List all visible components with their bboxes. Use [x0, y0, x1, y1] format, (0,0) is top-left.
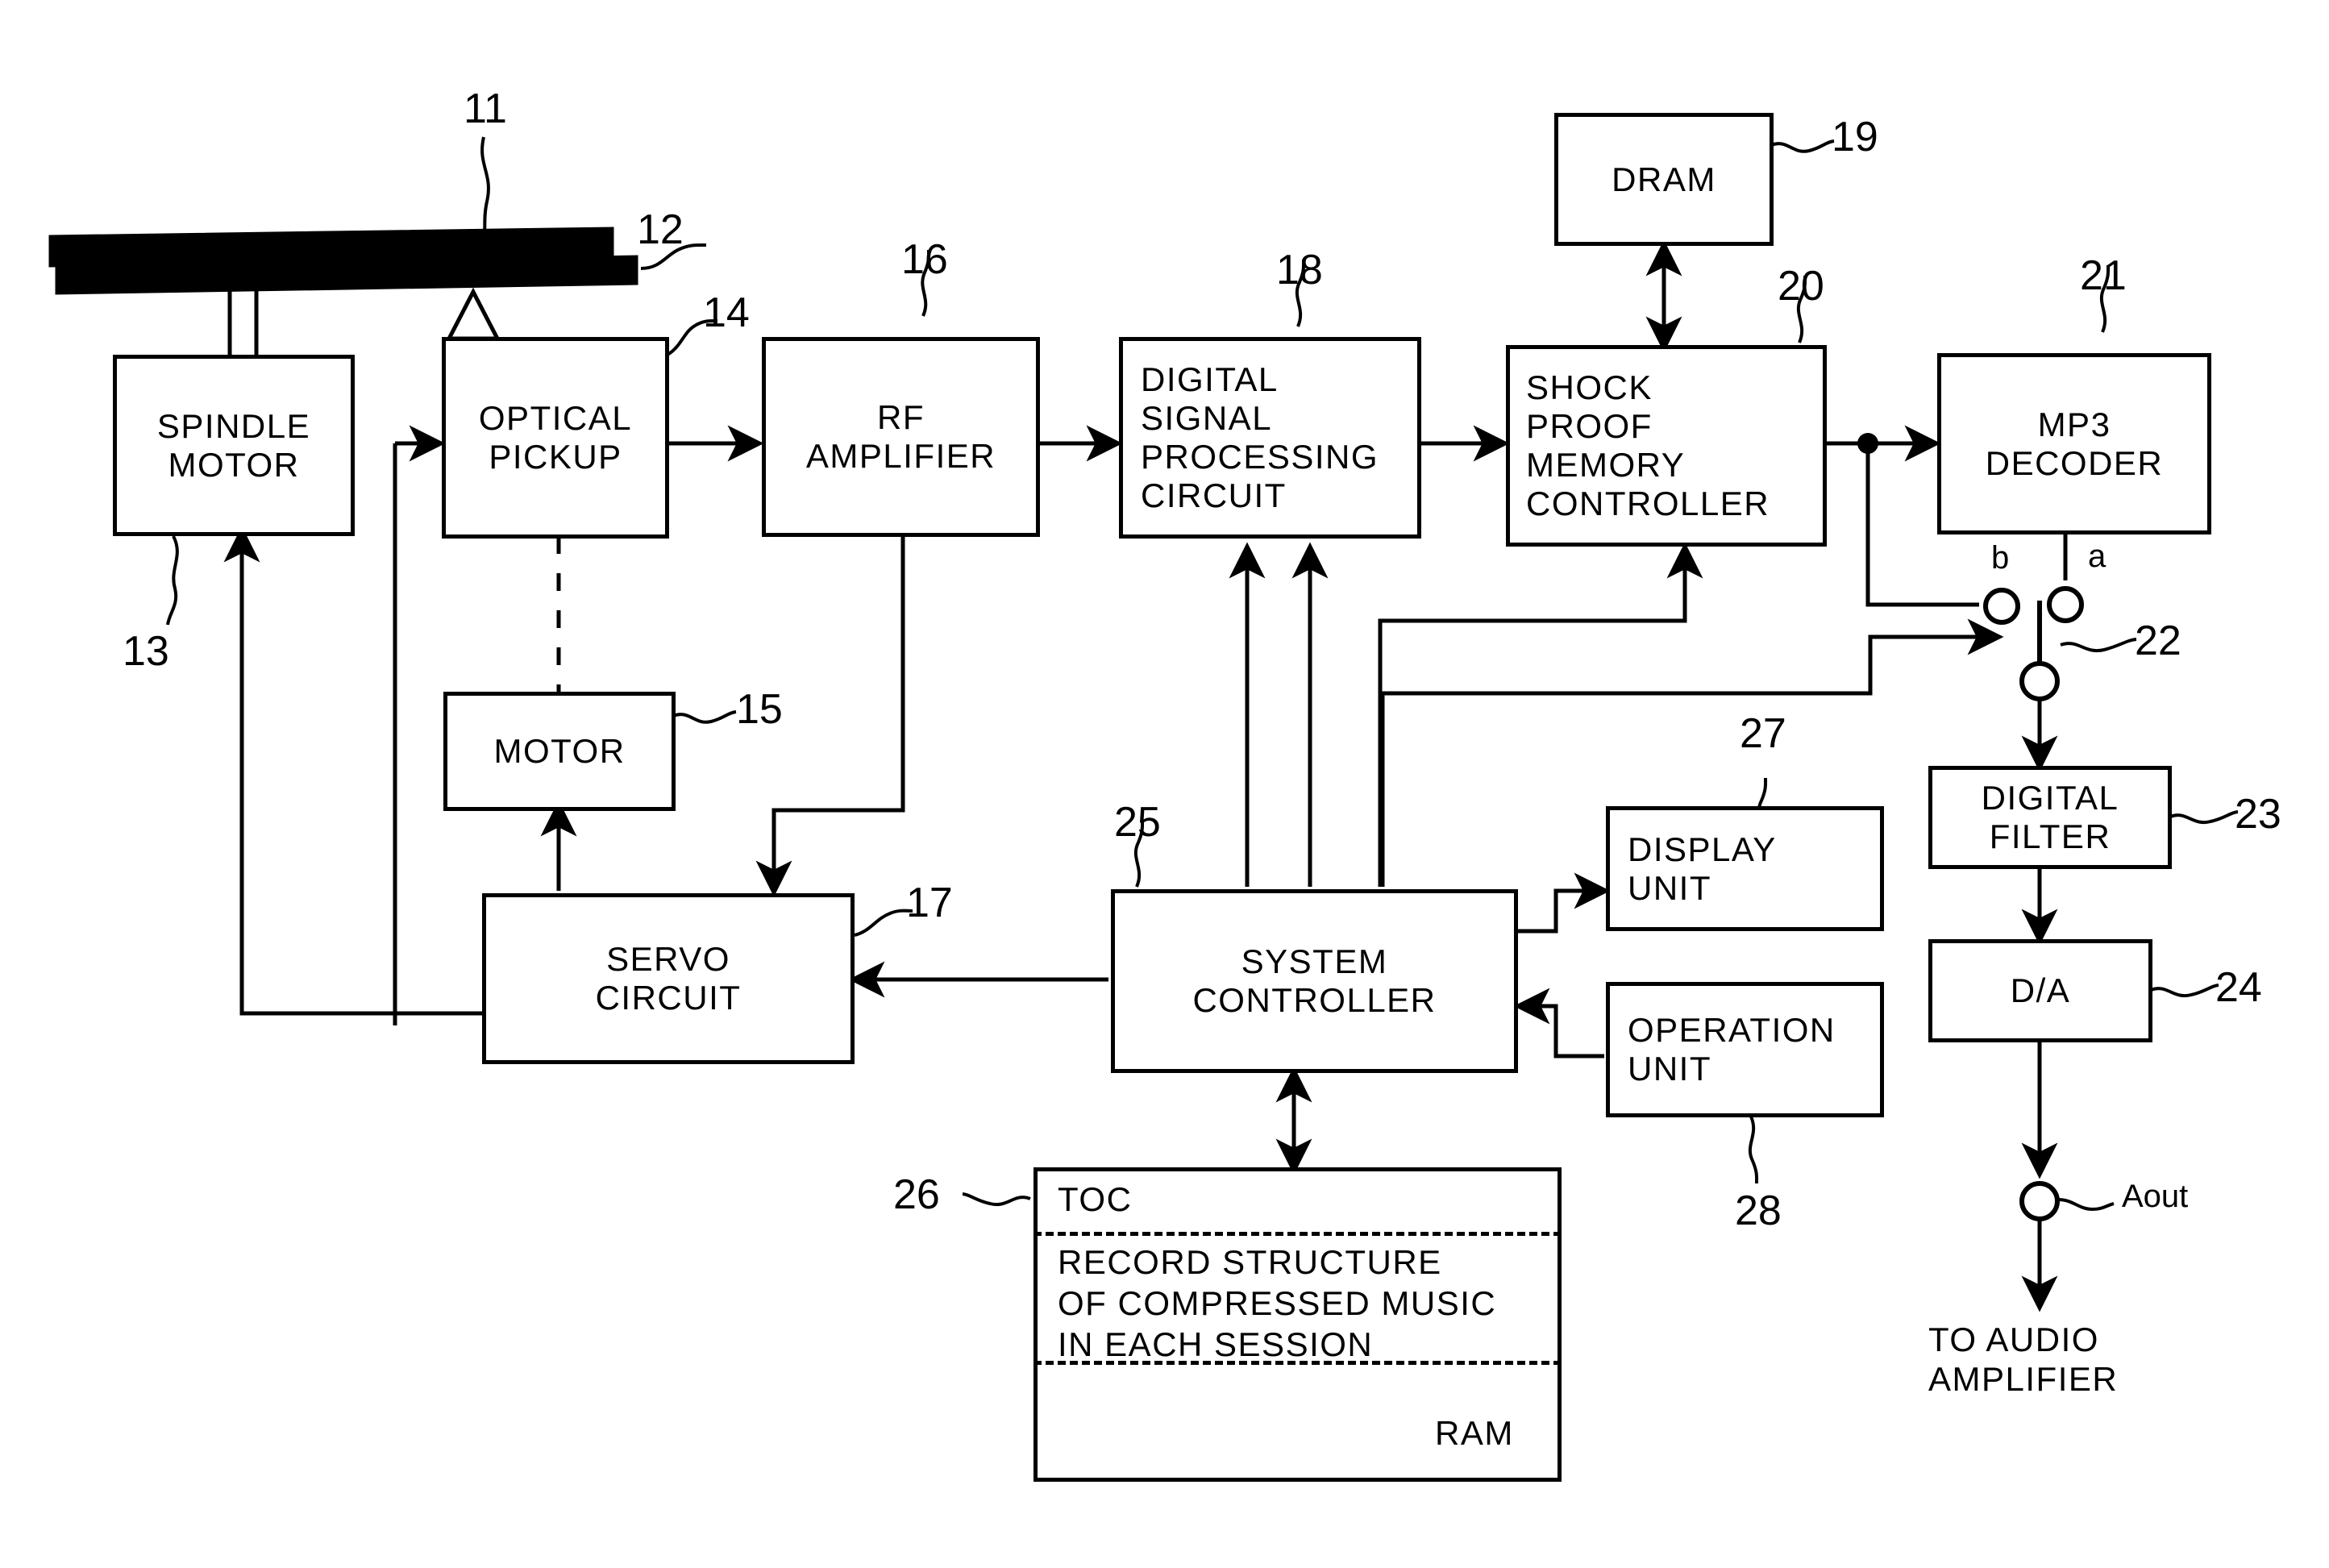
ref-numeral-11: 11 [464, 85, 507, 132]
switch-terminal-label-b: b [1991, 540, 2010, 576]
block-label-da-converter: D/A [2010, 971, 2071, 1010]
patent-figure-canvas: SPINDLE MOTOR OPTICAL PICKUP MOTOR RF AM… [0, 0, 2329, 1568]
block-label-motor: MOTOR [493, 732, 626, 771]
optical-disc-shape [48, 227, 638, 295]
ref-numeral-28: 28 [1735, 1187, 1782, 1234]
block-system-controller[interactable]: SYSTEM CONTROLLER [1111, 889, 1518, 1073]
ref-numeral-21: 21 [2080, 252, 2127, 299]
block-rf-amplifier[interactable]: RF AMPLIFIER [762, 337, 1040, 537]
block-label-system-controller: SYSTEM CONTROLLER [1192, 942, 1437, 1019]
block-label-shock-proof-memory-controller: SHOCK PROOF MEMORY CONTROLLER [1526, 368, 1770, 522]
block-dsp-circuit[interactable]: DIGITAL SIGNAL PROCESSING CIRCUIT [1119, 337, 1421, 539]
block-display-unit[interactable]: DISPLAY UNIT [1606, 806, 1884, 931]
ram-divider-bottom [1033, 1361, 1562, 1365]
ref-numeral-15: 15 [736, 686, 783, 733]
ref-numeral-26: 26 [893, 1171, 940, 1218]
block-label-dsp-circuit: DIGITAL SIGNAL PROCESSING CIRCUIT [1141, 360, 1379, 514]
ref-numeral-18: 18 [1276, 247, 1323, 293]
block-motor[interactable]: MOTOR [443, 692, 676, 811]
block-label-servo-circuit: SERVO CIRCUIT [595, 940, 742, 1017]
ref-numeral-24: 24 [2215, 964, 2262, 1011]
block-label-optical-pickup: OPTICAL PICKUP [478, 399, 633, 476]
block-shock-proof-memory-controller[interactable]: SHOCK PROOF MEMORY CONTROLLER [1506, 345, 1827, 547]
block-label-display-unit: DISPLAY UNIT [1628, 830, 1777, 907]
output-destination-label: TO AUDIO AMPLIFIER [1928, 1321, 2119, 1398]
block-label-operation-unit: OPERATION UNIT [1628, 1011, 1836, 1088]
ref-numeral-16: 16 [901, 236, 948, 283]
ram-memory-label: RAM [1435, 1414, 1514, 1452]
switch-terminal-label-a: a [2088, 539, 2106, 574]
block-dram[interactable]: DRAM [1554, 113, 1774, 246]
block-mp3-decoder[interactable]: MP3 DECODER [1937, 353, 2211, 534]
block-servo-circuit[interactable]: SERVO CIRCUIT [482, 893, 855, 1064]
block-label-dram: DRAM [1612, 160, 1716, 198]
block-label-digital-filter: DIGITAL FILTER [1981, 779, 2119, 855]
ram-record-structure-label: RECORD STRUCTURE OF COMPRESSED MUSIC IN … [1058, 1243, 1497, 1364]
ref-numeral-17: 17 [906, 880, 953, 926]
ref-numeral-23: 23 [2235, 791, 2281, 838]
ram-toc-label: TOC [1058, 1180, 1133, 1218]
block-label-rf-amplifier: RF AMPLIFIER [805, 398, 996, 475]
ref-numeral-19: 19 [1832, 114, 1878, 160]
block-optical-pickup[interactable]: OPTICAL PICKUP [442, 337, 669, 539]
block-label-spindle-motor: SPINDLE MOTOR [156, 406, 311, 484]
ref-numeral-14: 14 [703, 289, 750, 336]
ref-numeral-25: 25 [1114, 799, 1161, 846]
ref-numeral-20: 20 [1778, 263, 1824, 310]
ref-numeral-27: 27 [1740, 710, 1786, 757]
ref-numeral-12: 12 [637, 206, 684, 253]
block-label-mp3-decoder: MP3 DECODER [1985, 405, 2164, 482]
ram-divider-top [1033, 1232, 1562, 1236]
output-node-label-aout: Aout [2122, 1179, 2189, 1214]
block-operation-unit[interactable]: OPERATION UNIT [1606, 982, 1884, 1117]
ref-numeral-13: 13 [123, 628, 169, 675]
block-spindle-motor[interactable]: SPINDLE MOTOR [113, 355, 355, 536]
block-digital-filter[interactable]: DIGITAL FILTER [1928, 766, 2172, 869]
ref-numeral-22: 22 [2135, 618, 2181, 664]
block-da-converter[interactable]: D/A [1928, 939, 2152, 1042]
